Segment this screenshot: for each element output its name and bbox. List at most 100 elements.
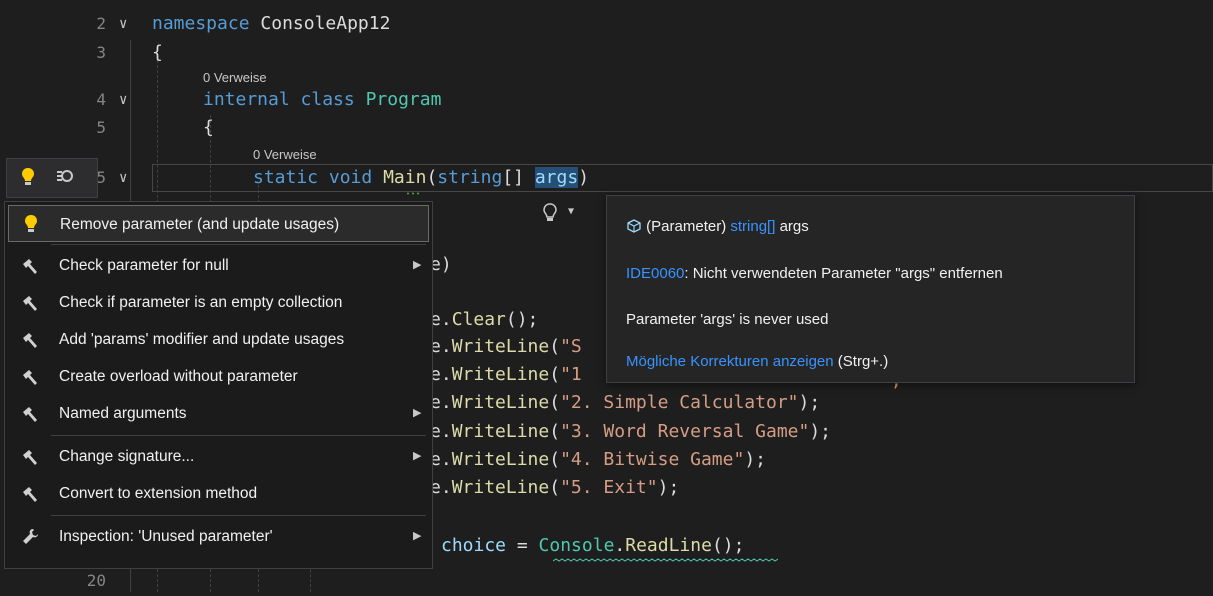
menu-item-check-empty-collection[interactable]: Check if parameter is an empty collectio… [8,284,429,321]
code-text: e) [430,254,452,275]
code-text: e.WriteLine("1 [430,360,582,390]
partial-identifier: e. [430,392,452,413]
menu-item-remove-parameter[interactable]: Remove parameter (and update usages) [8,205,429,242]
code-text: e.WriteLine("2. Simple Calculator"); [430,388,820,418]
tooltip-param-kind: (Parameter) [646,218,727,235]
fold-toggle-icon[interactable]: ∨ [119,9,127,39]
code-text: { [152,42,163,63]
codelens-references[interactable]: 0 Verweise [253,147,317,163]
punctuation: ( [549,477,561,498]
submenu-arrow-icon: ▶ [413,407,422,419]
keyword: string [437,167,503,188]
menu-separator [51,244,426,245]
tooltip-type-link[interactable]: string[] [730,218,775,235]
code-line: 5 { [0,113,1213,143]
menu-item-label: Convert to extension method [59,485,258,502]
line-number: 2 [96,14,106,33]
submenu-arrow-icon: ▶ [413,450,422,462]
quick-info-tooltip: (Parameter) string[] args IDE0060: Nicht… [606,195,1135,383]
code-text: namespace ConsoleApp12 [152,9,390,39]
menu-item-label: Inspection: 'Unused parameter' [59,528,273,545]
parameter-args[interactable]: args [534,167,579,188]
gutter-quick-actions[interactable] [6,158,98,198]
code-text: { [203,117,214,138]
chevron-down-icon: ▼ [568,206,575,217]
inline-lightbulb-button[interactable]: ▼ [537,199,585,229]
class-name: Console [538,535,615,556]
partial-identifier: e. [430,364,452,385]
submenu-arrow-icon: ▶ [413,259,422,271]
method-name: Clear [451,309,506,330]
menu-item-label: Remove parameter (and update usages) [60,216,340,233]
partial-identifier: e. [430,449,452,470]
method-name: ReadLine [625,535,712,556]
partial-identifier: e. [430,477,452,498]
string-literal: "1 [560,364,582,385]
punctuation: ( [549,392,561,413]
diagnostic-code-link[interactable]: IDE0060 [626,265,684,282]
code-text: e.Clear(); [430,305,538,335]
menu-separator [51,515,426,516]
menu-item-label: Add 'params' modifier and update usages [59,331,345,348]
code-text: e.WriteLine("S [430,332,582,362]
class-name: Program [365,89,442,110]
punctuation: ) [578,167,590,188]
menu-separator [51,435,426,436]
namespace-name: ConsoleApp12 [260,13,391,34]
warning-squiggle [553,558,778,562]
method-name: WriteLine [451,392,550,413]
keyword: void [328,167,373,188]
hammer-icon [18,475,42,512]
menu-item-named-arguments[interactable]: Named arguments ▶ [8,395,429,432]
menu-item-change-signature[interactable]: Change signature... ▶ [8,438,429,475]
string-literal: "4. Bitwise Game" [560,449,745,470]
punctuation: ( [426,167,438,188]
menu-item-create-overload[interactable]: Create overload without parameter [8,358,429,395]
menu-item-check-null[interactable]: Check parameter for null ▶ [8,247,429,284]
menu-item-convert-extension[interactable]: Convert to extension method [8,475,429,512]
punctuation: ( [549,336,561,357]
menu-item-inspection-unused[interactable]: Inspection: 'Unused parameter' ▶ [8,518,429,555]
codelens-references[interactable]: 0 Verweise [203,70,267,86]
code-text: static void Main(string[] args) [253,163,589,193]
menu-item-label: Named arguments [59,405,187,422]
hammer-icon [18,284,42,321]
diagnostic-text: : Nicht verwendeten Parameter "args" ent… [684,265,1003,282]
lightbulb-icon [19,206,43,243]
method-name: WriteLine [451,421,550,442]
lightbulb-icon[interactable] [21,167,35,191]
menu-item-label: Check if parameter is an empty collectio… [59,294,343,311]
hammer-icon [18,247,42,284]
tooltip-param-name: args [779,218,809,235]
menu-item-add-params[interactable]: Add 'params' modifier and update usages [8,321,429,358]
shortcut-hint: (Strg+.) [837,353,889,370]
keyword: static [253,167,319,188]
method-name: Main [383,167,427,188]
line-number: 4 [96,90,106,109]
punctuation: ); [744,449,766,470]
suggestion-dots [407,192,419,195]
punctuation: ( [549,364,561,385]
fold-toggle-icon[interactable]: ∨ [119,163,127,193]
method-name: WriteLine [451,477,550,498]
punctuation: ); [809,421,832,442]
method-name: WriteLine [451,449,550,470]
string-literal: "3. Word Reversal Game" [560,421,810,442]
tooltip-signature: (Parameter) string[] args [626,218,809,235]
quick-actions-menu: Remove parameter (and update usages) Che… [4,201,433,569]
parameter-icon [626,218,642,235]
show-potential-fixes-link[interactable]: Mögliche Korrekturen anzeigen [626,353,834,370]
method-name: WriteLine [451,336,550,357]
punctuation: ); [657,477,680,498]
string-literal: "S [560,336,582,357]
fold-toggle-icon[interactable]: ∨ [119,85,127,115]
partial-identifier: e. [430,336,452,357]
keyword: internal [203,89,290,110]
string-literal: "2. Simple Calculator" [560,392,799,413]
menu-item-label: Check parameter for null [59,257,229,274]
code-text: internal class Program [203,85,441,115]
screwdriver-search-icon[interactable] [55,168,75,190]
partial-identifier: e. [430,421,452,442]
wrench-icon [18,518,42,555]
line-number: 3 [96,43,106,62]
